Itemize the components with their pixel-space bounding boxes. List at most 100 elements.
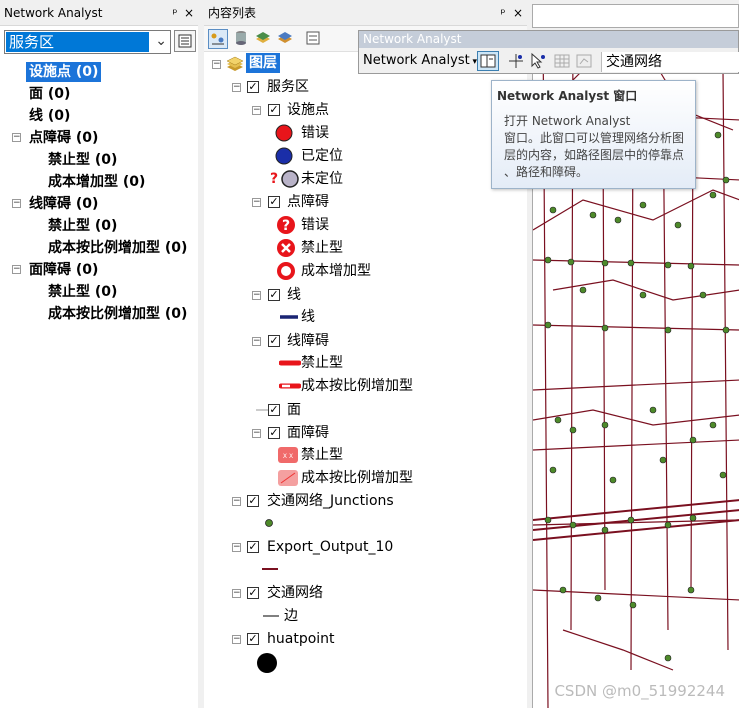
visibility-checkbox[interactable]: ✓	[268, 289, 280, 301]
tree-item-polyb-restriction[interactable]: 禁止型 (0)	[48, 282, 117, 302]
layer-facilities[interactable]: 设施点	[287, 100, 329, 120]
huatpoint-symbol-icon	[257, 653, 277, 673]
pin-icon[interactable]: ᵖ	[168, 0, 182, 26]
pin-icon[interactable]: ᵖ	[496, 0, 510, 26]
solve-grid-icon[interactable]	[553, 52, 571, 70]
close-icon[interactable]: ×	[182, 0, 196, 26]
collapse-icon[interactable]: −	[12, 133, 21, 142]
unlocated-point-icon	[281, 170, 299, 188]
network-analyst-menu[interactable]: Network Analyst ▾	[363, 52, 477, 71]
collapse-icon[interactable]: −	[232, 543, 241, 552]
layer-junctions[interactable]: 交通网络_Junctions	[267, 491, 394, 511]
tree-item-polygon-barriers[interactable]: 面障碍 (0)	[29, 260, 98, 280]
directions-icon[interactable]	[575, 52, 593, 70]
visibility-checkbox[interactable]: ✓	[247, 495, 259, 507]
visibility-checkbox[interactable]: ✓	[268, 427, 280, 439]
junction-symbol-icon	[265, 519, 273, 527]
line-barrier-restriction-icon	[279, 360, 301, 366]
svg-text:?: ?	[282, 218, 290, 234]
symbol-label: 线	[301, 309, 315, 325]
layer-line-barriers[interactable]: 线障碍	[287, 331, 329, 351]
layer-huatpoint[interactable]: huatpoint	[267, 629, 335, 649]
polygon-barrier-scaled-icon	[278, 470, 298, 486]
tree-item-polyb-scaled-cost[interactable]: 成本按比例增加型 (0)	[48, 304, 187, 324]
layer-lines[interactable]: 线	[287, 285, 301, 305]
select-move-location-icon[interactable]	[529, 52, 547, 70]
close-icon[interactable]: ×	[511, 0, 525, 26]
tree-item-pb-restriction[interactable]: 禁止型 (0)	[48, 150, 117, 170]
list-by-drawing-order-icon[interactable]	[208, 29, 228, 49]
na-toolbar-title: Network Analyst	[359, 31, 738, 48]
symbol-label: 成本按比例增加型	[301, 378, 413, 394]
collapse-icon[interactable]: −	[232, 635, 241, 644]
symbol-label: 成本增加型	[301, 263, 371, 279]
collapse-icon[interactable]: −	[232, 589, 241, 598]
visibility-checkbox[interactable]: ✓	[247, 633, 259, 645]
tooltip-line: 打开 Network Analyst	[504, 114, 631, 128]
layer-export-output[interactable]: Export_Output_10	[267, 537, 393, 557]
symbol-label: 边	[284, 608, 298, 624]
toc-options-icon[interactable]	[304, 29, 324, 49]
collapse-icon[interactable]: −	[252, 429, 261, 438]
symbol-label: 已定位	[301, 148, 343, 164]
network-dataset-field[interactable]: 交通网络	[601, 52, 739, 72]
symbol-label: 错误	[301, 125, 329, 141]
visibility-checkbox[interactable]: ✓	[268, 335, 280, 347]
visibility-checkbox[interactable]: ✓	[247, 541, 259, 553]
chevron-down-icon[interactable]: ⌄	[155, 33, 167, 49]
symbol-label: 禁止型	[301, 240, 343, 256]
polygon-barrier-restriction-icon: X X	[278, 447, 298, 463]
tooltip-line: 层的内容，如路径图层中的停靠点	[504, 148, 685, 162]
layers-root[interactable]: 图层	[246, 53, 280, 73]
collapse-icon[interactable]: −	[12, 199, 21, 208]
visibility-checkbox[interactable]: ✓	[247, 81, 259, 93]
tree-item-facilities[interactable]: 设施点 (0)	[26, 62, 102, 82]
layer-polygon-barriers[interactable]: 面障碍	[287, 423, 329, 443]
create-network-location-icon[interactable]	[507, 52, 525, 70]
list-by-selection-icon[interactable]	[276, 29, 296, 49]
collapse-icon[interactable]: −	[252, 106, 261, 115]
layer-properties-button[interactable]	[174, 30, 196, 52]
tree-item-lb-scaled-cost[interactable]: 成本按比例增加型 (0)	[48, 238, 187, 258]
collapse-icon[interactable]: −	[252, 337, 261, 346]
tooltip-title: Network Analyst 窗口	[497, 89, 638, 103]
symbol-label: 禁止型	[301, 447, 343, 463]
visibility-checkbox[interactable]: ✓	[268, 404, 280, 416]
symbol-label: 禁止型	[301, 355, 343, 371]
tree-item-pb-added-cost[interactable]: 成本增加型 (0)	[48, 172, 145, 192]
tree-item-point-barriers[interactable]: 点障碍 (0)	[29, 128, 98, 148]
table-of-contents: 内容列表 ᵖ × − 图层 − ✓ 服务区 − ✓ 设施点 错误 已定位 ? 未…	[204, 0, 527, 708]
analysis-layer-dropdown[interactable]: 服务区 ⌄	[4, 30, 171, 54]
layer-point-barriers[interactable]: 点障碍	[287, 192, 329, 212]
layer-network[interactable]: 交通网络	[267, 583, 323, 603]
unlocated-question-icon: ?	[270, 171, 279, 187]
tree-item-lb-restriction[interactable]: 禁止型 (0)	[48, 216, 117, 236]
barrier-error-icon: ?	[277, 216, 295, 234]
edge-symbol-icon	[263, 615, 279, 617]
list-by-visibility-icon[interactable]	[254, 29, 274, 49]
tree-item-line-barriers[interactable]: 线障碍 (0)	[29, 194, 98, 214]
symbol-label: 未定位	[301, 171, 343, 187]
analysis-layer-value: 服务区	[6, 32, 149, 52]
barrier-restriction-icon	[277, 239, 295, 257]
tree-item-lines[interactable]: 线 (0)	[29, 106, 70, 126]
map-input-field[interactable]	[532, 4, 739, 28]
list-by-source-icon[interactable]	[232, 29, 252, 49]
layer-polygons[interactable]: 面	[287, 400, 301, 420]
na-window-tooltip: Network Analyst 窗口 打开 Network Analyst 窗口…	[491, 80, 696, 189]
visibility-checkbox[interactable]: ✓	[268, 104, 280, 116]
collapse-icon[interactable]: −	[232, 83, 241, 92]
collapse-icon[interactable]: −	[252, 198, 261, 207]
layer-service-area[interactable]: 服务区	[267, 77, 309, 97]
collapse-icon[interactable]: −	[232, 497, 241, 506]
visibility-checkbox[interactable]: ✓	[247, 587, 259, 599]
collapse-icon[interactable]: −	[212, 60, 221, 69]
collapse-icon[interactable]: −	[12, 265, 21, 274]
collapse-icon[interactable]: −	[252, 291, 261, 300]
tree-item-polygons[interactable]: 面 (0)	[29, 84, 70, 104]
visibility-checkbox[interactable]: ✓	[268, 196, 280, 208]
symbol-label: 错误	[301, 217, 329, 233]
na-window-button[interactable]	[477, 51, 499, 71]
network-analyst-window: Network Analyst ᵖ × 服务区 ⌄ 设施点 (0) 面 (0) …	[0, 0, 198, 708]
barrier-added-cost-icon	[277, 262, 295, 280]
